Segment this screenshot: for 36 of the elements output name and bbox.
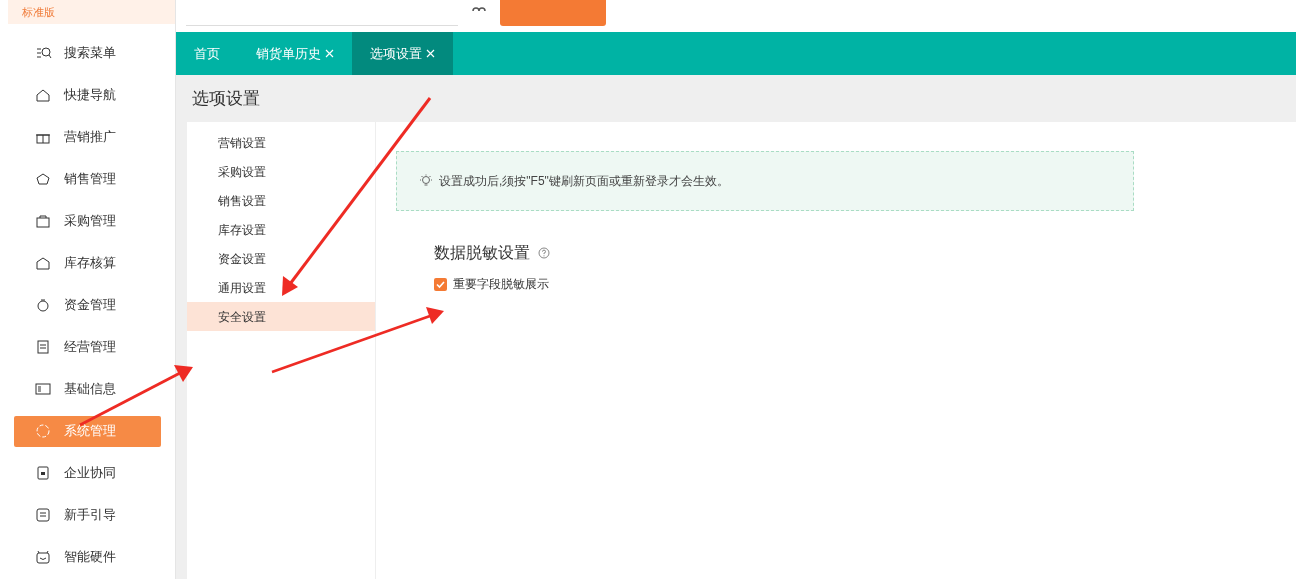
section-title: 数据脱敏设置 bbox=[434, 243, 530, 263]
sidebar-item[interactable]: 快捷导航 bbox=[14, 79, 161, 111]
page-title: 选项设置 bbox=[192, 87, 260, 110]
sidebar-item[interactable]: 企业协同 bbox=[14, 457, 161, 489]
sidebar-item[interactable]: 销售管理 bbox=[14, 163, 161, 195]
robot-icon bbox=[35, 549, 52, 565]
lightbulb-icon bbox=[419, 174, 433, 188]
settings-menu-item[interactable]: 安全设置 bbox=[187, 302, 375, 331]
checkbox[interactable] bbox=[434, 277, 447, 291]
settings-menu-item[interactable]: 采购设置 bbox=[187, 157, 375, 186]
sidebar-item[interactable]: 营销推广 bbox=[14, 121, 161, 153]
sidebar-item[interactable]: 智能硬件 bbox=[14, 541, 161, 573]
search-icon bbox=[35, 45, 52, 61]
sidebar-item[interactable]: 采购管理 bbox=[14, 205, 161, 237]
sidebar-item[interactable]: 经营管理 bbox=[14, 331, 161, 363]
sidebar-item[interactable]: 基础信息 bbox=[14, 373, 161, 405]
settings-menu-item[interactable]: 营销设置 bbox=[187, 128, 375, 157]
close-icon[interactable] bbox=[426, 49, 435, 58]
notice-text: 设置成功后,须按"F5"键刷新页面或重新登录才会生效。 bbox=[439, 173, 729, 190]
bag-icon bbox=[35, 213, 52, 229]
loading-icon bbox=[35, 423, 52, 439]
settings-menu-item[interactable]: 资金设置 bbox=[187, 244, 375, 273]
settings-menu-item[interactable]: 库存设置 bbox=[187, 215, 375, 244]
checkbox-label: 重要字段脱敏展示 bbox=[453, 276, 549, 293]
document-icon bbox=[35, 507, 52, 523]
sidebar-item[interactable]: 库存核算 bbox=[14, 247, 161, 279]
sidebar-item[interactable]: 新手引导 bbox=[14, 499, 161, 531]
sidebar-item[interactable]: 资金管理 bbox=[14, 289, 161, 321]
sidebar-item[interactable]: 搜索菜单 bbox=[14, 37, 161, 69]
close-icon[interactable] bbox=[325, 49, 334, 58]
help-icon[interactable] bbox=[538, 247, 550, 259]
settings-menu-item[interactable]: 通用设置 bbox=[187, 273, 375, 302]
tab[interactable]: 选项设置 bbox=[352, 32, 453, 75]
edition-badge: 标准版 bbox=[8, 0, 175, 24]
settings-menu-item[interactable]: 销售设置 bbox=[187, 186, 375, 215]
id-card-icon bbox=[35, 381, 52, 397]
